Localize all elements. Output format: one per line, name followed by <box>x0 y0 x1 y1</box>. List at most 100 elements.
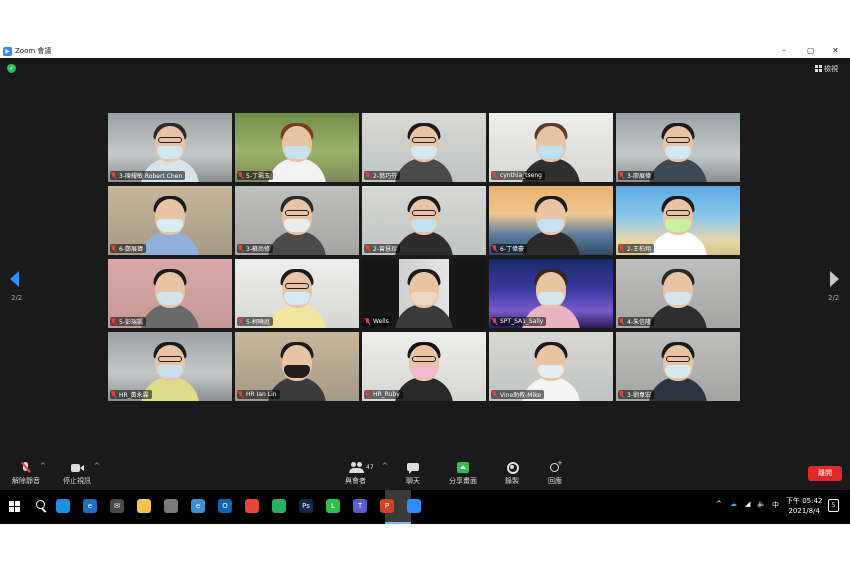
participant-video-tile[interactable]: HR_Ruby <box>362 332 486 401</box>
participant-video-tile[interactable]: HR Ian Lin <box>235 332 359 401</box>
glasses <box>285 283 309 289</box>
chat-button[interactable]: 聊天 <box>406 462 420 486</box>
edge-icon[interactable] <box>56 499 70 513</box>
search-icon[interactable] <box>36 500 45 509</box>
microphone-muted-icon <box>492 318 498 325</box>
participant-video-tile[interactable]: Wells <box>362 259 486 328</box>
face-mask <box>157 292 183 305</box>
participant-name: 3-劉韋宏 <box>627 392 651 399</box>
microphone-muted-icon <box>492 172 498 179</box>
participant-video-tile[interactable]: 5-彭瑞凱 <box>108 259 232 328</box>
participant-name: HR_黃永霖 <box>119 392 149 399</box>
participant-video-tile[interactable]: 3-劉韋宏 <box>616 332 740 401</box>
edge-legacy-icon[interactable]: e <box>83 499 97 513</box>
windows-start-icon[interactable] <box>9 501 20 512</box>
record-button[interactable]: 錄製 <box>505 462 519 486</box>
next-page-arrow-icon[interactable] <box>830 271 839 287</box>
zoom-logo-icon: ▶ <box>3 46 12 56</box>
participant-video-tile[interactable]: 3-陳耀敏 Robert Chen <box>108 113 232 182</box>
system-clock[interactable]: 下午 05:42 2021/8/4 <box>786 496 822 516</box>
microphone-muted-icon <box>111 172 117 179</box>
unmute-button[interactable]: 解除靜音 <box>12 462 40 486</box>
file-explorer-icon[interactable] <box>137 499 151 513</box>
encryption-shield-icon[interactable]: ✓ <box>7 64 16 73</box>
line-icon[interactable]: L <box>326 499 340 513</box>
onedrive-icon[interactable]: ☁ <box>730 500 737 508</box>
participant-video-tile[interactable]: 6-丁偉豪 <box>489 186 613 255</box>
zoom-icon[interactable] <box>407 499 421 513</box>
chat-label: 聊天 <box>406 477 420 485</box>
participant-video-tile[interactable]: cynthia_tseng <box>489 113 613 182</box>
participant-video-tile[interactable]: 5-丁珮玉 <box>235 113 359 182</box>
participant-name: cynthia_tseng <box>500 172 542 179</box>
face-mask <box>157 219 183 232</box>
reactions-button[interactable]: 回應 <box>548 459 563 486</box>
participant-name-tag: 3-劉韋宏 <box>618 390 654 399</box>
previous-page-arrow-icon[interactable] <box>10 271 19 287</box>
participant-name: Wells <box>373 318 389 325</box>
video-options-caret[interactable]: ^ <box>94 462 100 470</box>
participant-name-tag: HR_Ruby <box>364 390 403 399</box>
participant-video-tile[interactable]: HR_黃永霖 <box>108 332 232 401</box>
gallery-grid-icon <box>815 65 822 72</box>
participant-video-tile[interactable]: 2-翁巧芬 <box>362 113 486 182</box>
tray-expand-caret[interactable]: ^ <box>716 500 722 508</box>
face-mask <box>665 146 691 159</box>
participants-icon <box>348 462 364 474</box>
stop-video-button[interactable]: 停止視訊 <box>63 462 91 486</box>
participant-name: 2-王柏翔 <box>627 246 651 253</box>
zoom-window: ▶ Zoom 會議 – ▢ ✕ ✓ 檢視 2/2 2/2 3-陳耀敏 Rober… <box>0 44 850 524</box>
unmute-label: 解除靜音 <box>12 477 40 485</box>
microphone-muted-icon <box>238 318 244 325</box>
notification-center-icon[interactable]: 5 <box>828 499 839 512</box>
participant-video-tile[interactable]: SPT_SA1_Sally <box>489 259 613 328</box>
participant-name: 5-柯曉庭 <box>246 319 270 326</box>
page-indicator-right: 2/2 <box>828 294 840 302</box>
participant-name-tag: 3-廖展偉 <box>618 171 654 180</box>
microphone-muted-icon <box>238 172 244 179</box>
participant-video-tile[interactable]: 6-鄭展瑋 <box>108 186 232 255</box>
participants-button[interactable]: 與會者 <box>345 462 366 486</box>
view-button[interactable]: 檢視 <box>815 63 838 74</box>
volume-icon[interactable]: 🔈 <box>757 500 766 508</box>
chrome-icon[interactable] <box>245 499 259 513</box>
participant-video-tile[interactable]: 2-曾慧珍 <box>362 186 486 255</box>
face-mask <box>538 219 564 232</box>
store-icon[interactable] <box>164 499 178 513</box>
network-icon[interactable]: ◢ <box>745 500 750 508</box>
glasses <box>666 210 690 216</box>
participant-video-tile[interactable]: Vine助教-Mike <box>489 332 613 401</box>
photoshop-icon[interactable]: Ps <box>299 499 313 513</box>
clock-date: 2021/8/4 <box>788 507 820 515</box>
minimize-button[interactable]: – <box>782 45 786 57</box>
participant-name: 4-朱信隆 <box>627 319 651 326</box>
participant-video-tile[interactable]: 3-廖展偉 <box>616 113 740 182</box>
participant-video-tile[interactable]: 2-王柏翔 <box>616 186 740 255</box>
glasses <box>666 356 690 362</box>
outlook-icon[interactable]: O <box>218 499 232 513</box>
glasses <box>285 210 309 216</box>
face-mask <box>538 292 564 305</box>
microphone-muted-icon <box>238 245 244 252</box>
participant-name-tag: 5-彭瑞凱 <box>110 317 146 326</box>
powerpoint-icon[interactable]: P <box>380 499 394 513</box>
participants-options-caret[interactable]: ^ <box>382 462 388 470</box>
maximize-button[interactable]: ▢ <box>807 45 815 57</box>
participant-video-tile[interactable]: 4-朱信隆 <box>616 259 740 328</box>
share-screen-button[interactable]: 分享畫面 <box>449 462 477 486</box>
leave-meeting-button[interactable]: 離開 <box>808 466 842 481</box>
teams-icon[interactable]: T <box>353 499 367 513</box>
participant-name: 3-蘇尚修 <box>246 246 270 253</box>
participant-video-tile[interactable]: 3-蘇尚修 <box>235 186 359 255</box>
microphone-muted-icon <box>111 318 117 325</box>
close-button[interactable]: ✕ <box>832 45 839 57</box>
meeting-toolbar: 解除靜音 ^ 停止視訊 ^ 與會者 47 ^ 聊天 分享畫面 錄製 回應 <box>0 458 850 490</box>
face-mask <box>284 219 310 232</box>
ie-icon[interactable]: e <box>191 499 205 513</box>
participant-video-tile[interactable]: 5-柯曉庭 <box>235 259 359 328</box>
audio-options-caret[interactable]: ^ <box>40 462 46 470</box>
participant-name-tag: HR_黃永霖 <box>110 390 152 399</box>
ime-indicator[interactable]: 中 <box>772 500 779 510</box>
mail-icon[interactable]: ✉ <box>110 499 124 513</box>
wechat-icon[interactable] <box>272 499 286 513</box>
